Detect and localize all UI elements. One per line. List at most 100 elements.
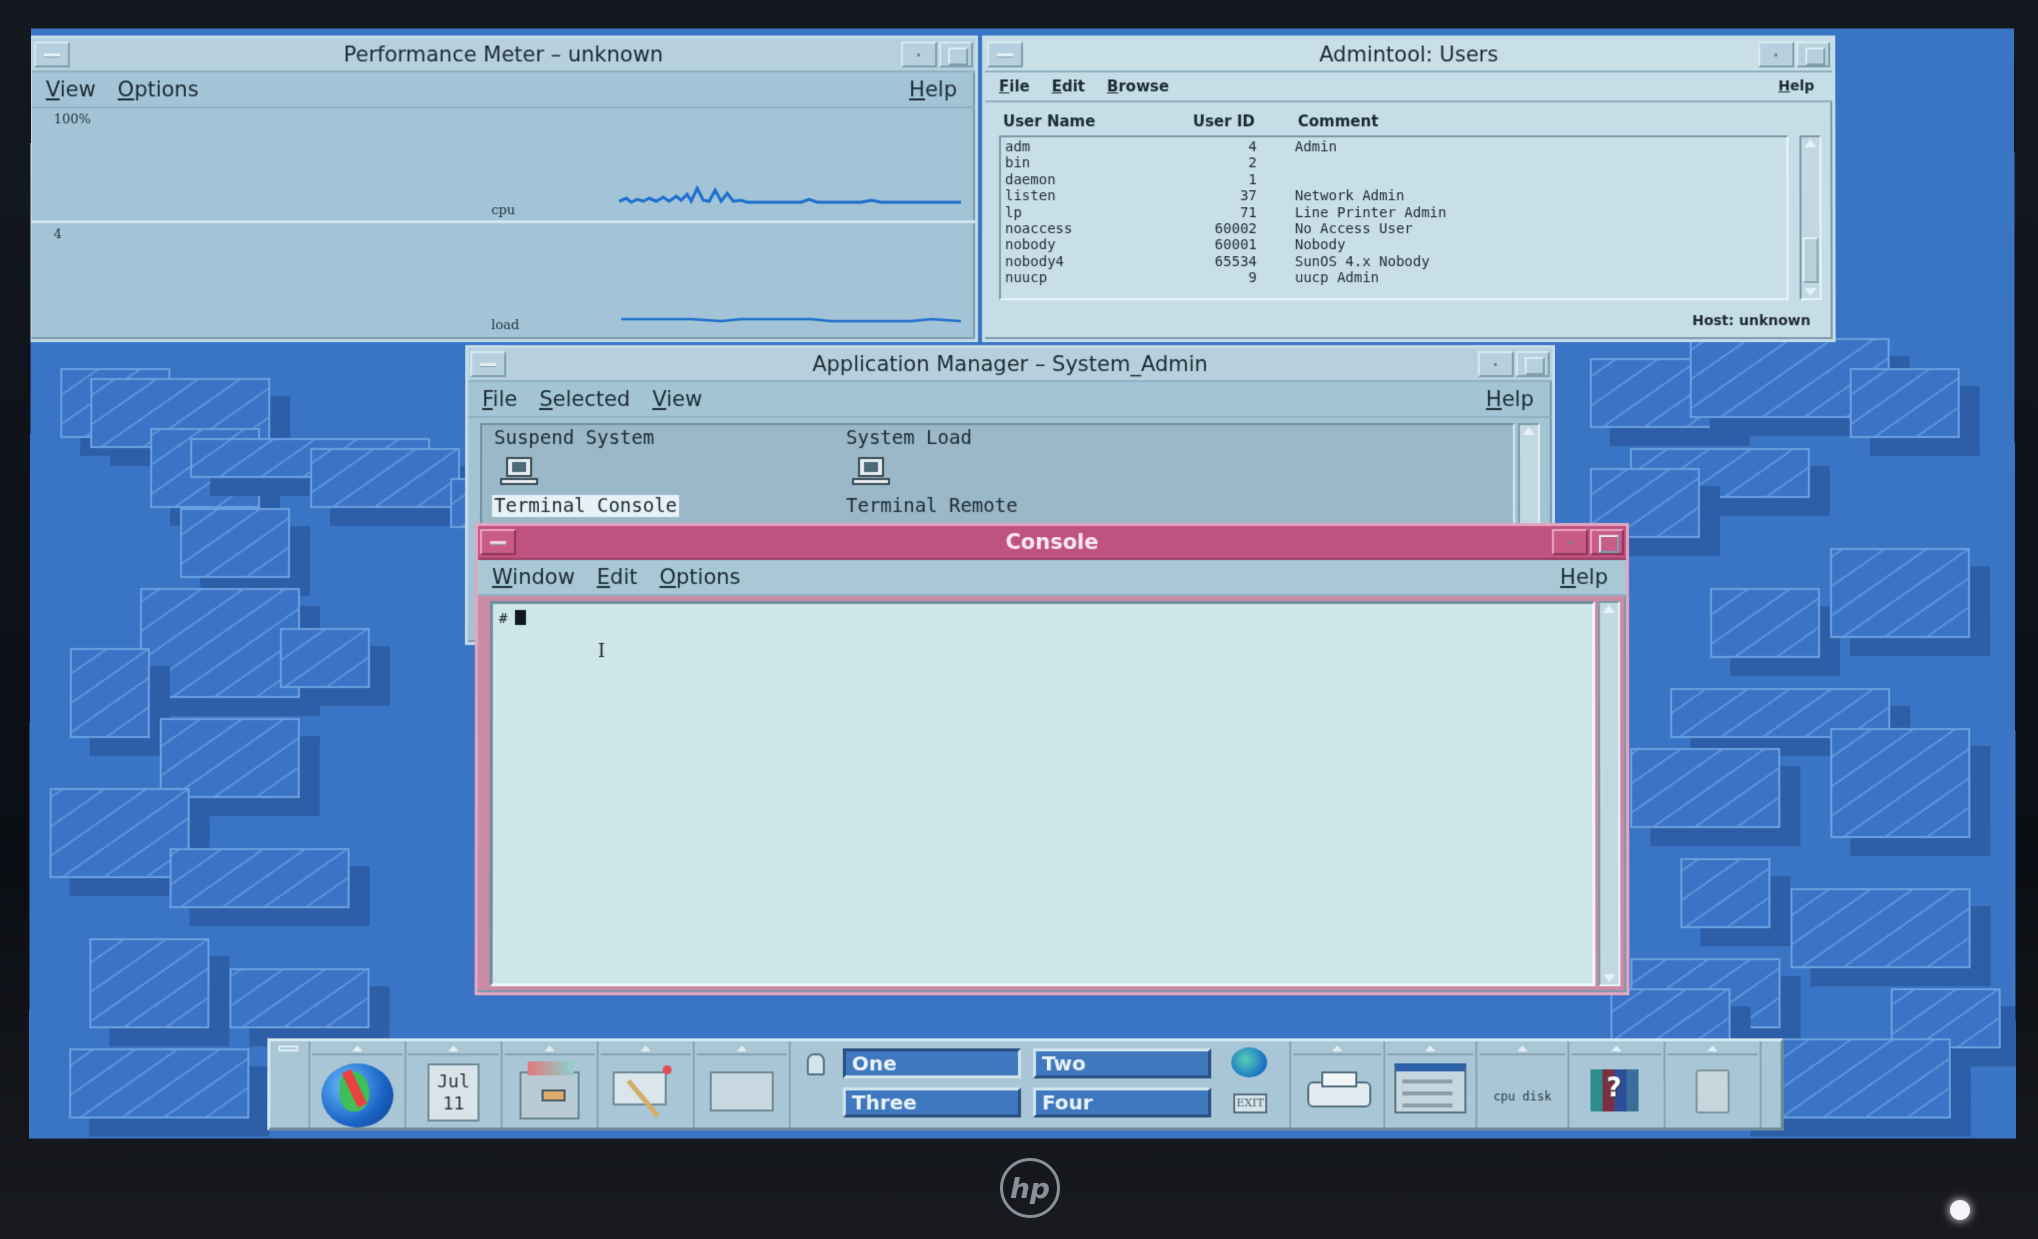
menu-file[interactable]: File — [482, 387, 517, 411]
workspace-three-button[interactable]: Three — [842, 1087, 1021, 1118]
window-menu-button[interactable] — [987, 41, 1023, 68]
panel-slot-monitor[interactable]: cpu disk — [1477, 1041, 1570, 1128]
scroll-down-icon[interactable] — [1804, 288, 1817, 297]
window-menu-button[interactable] — [470, 351, 507, 378]
app-system-load[interactable]: System Load — [846, 427, 972, 449]
users-scrollbar[interactable] — [1799, 135, 1822, 301]
power-led-icon[interactable] — [1950, 1200, 1970, 1220]
subpanel-arrow-icon[interactable] — [1667, 1043, 1758, 1056]
workspace-four-button[interactable]: Four — [1033, 1087, 1212, 1118]
panel-slot-editor[interactable] — [598, 1041, 695, 1128]
maximize-button[interactable] — [1589, 529, 1624, 556]
admintool-users-window[interactable]: Admintool: Users File Edit Browse Help U… — [982, 35, 1836, 343]
user-row[interactable]: noaccess 60002 No Access User — [1005, 221, 1783, 237]
panel-slot-browser[interactable] — [310, 1041, 407, 1128]
panel-minimize-icon[interactable] — [278, 1045, 299, 1052]
menu-view[interactable]: View — [652, 387, 702, 411]
workspace-one-button[interactable]: One — [842, 1048, 1021, 1079]
scrollbar-thumb[interactable] — [1802, 237, 1819, 284]
menu-edit[interactable]: Edit — [597, 565, 638, 589]
minimize-button[interactable] — [1477, 351, 1514, 378]
column-user-name[interactable]: User Name — [1003, 112, 1193, 134]
workspace-two-button[interactable]: Two — [1033, 1048, 1212, 1079]
subpanel-arrow-icon[interactable] — [696, 1043, 787, 1056]
user-row[interactable]: daemon 1 — [1005, 172, 1782, 188]
help-manager-icon[interactable]: ? — [1590, 1069, 1642, 1112]
exit-button[interactable]: EXIT — [1233, 1093, 1268, 1114]
menu-edit[interactable]: Edit — [1052, 77, 1085, 95]
application-manager-icon[interactable] — [1394, 1063, 1467, 1114]
trash-can-icon[interactable] — [1695, 1069, 1730, 1114]
menu-browse[interactable]: Browse — [1107, 77, 1169, 95]
scroll-up-icon[interactable] — [1603, 605, 1616, 614]
menu-selected[interactable]: Selected — [539, 387, 630, 411]
title-bar[interactable]: Console — [478, 526, 1626, 561]
lock-icon[interactable] — [806, 1053, 825, 1076]
menu-window[interactable]: Window — [492, 565, 575, 589]
file-manager-icon[interactable] — [519, 1071, 580, 1120]
user-row[interactable]: lp 71 Line Printer Admin — [1005, 205, 1783, 221]
maximize-button[interactable] — [939, 41, 974, 68]
printer-icon[interactable] — [1307, 1071, 1367, 1111]
app-terminal-console[interactable]: Terminal Console — [492, 495, 680, 518]
desktop[interactable]: Performance Meter – unknown View Options… — [29, 28, 2016, 1139]
scroll-down-icon[interactable] — [1603, 974, 1616, 983]
subpanel-arrow-icon[interactable] — [408, 1043, 499, 1056]
menu-view[interactable]: View — [46, 77, 96, 101]
performance-meter-window[interactable]: Performance Meter – unknown View Options… — [29, 35, 979, 343]
title-bar[interactable]: Application Manager – System_Admin — [468, 348, 1552, 383]
panel-slot-help[interactable]: ? — [1569, 1041, 1666, 1128]
subpanel-arrow-icon[interactable] — [1387, 1043, 1474, 1056]
app-suspend-system[interactable]: Suspend System — [494, 427, 654, 449]
panel-slot-trash[interactable] — [1665, 1041, 1762, 1128]
subpanel-arrow-icon[interactable] — [1571, 1043, 1662, 1056]
column-user-id[interactable]: User ID — [1193, 112, 1298, 134]
title-bar[interactable]: Performance Meter – unknown — [31, 38, 976, 73]
subpanel-arrow-icon[interactable] — [504, 1043, 595, 1056]
maximize-button[interactable] — [1515, 351, 1550, 378]
window-menu-button[interactable] — [480, 529, 517, 556]
terminal-icon[interactable] — [500, 457, 539, 487]
menu-options[interactable]: Options — [659, 565, 740, 589]
window-menu-button[interactable] — [33, 41, 70, 68]
menu-help[interactable]: Help — [1778, 78, 1814, 94]
web-browser-globe-icon[interactable] — [321, 1063, 394, 1128]
panel-slot-calendar[interactable]: Jul 11 — [406, 1041, 503, 1128]
user-row[interactable]: nuucp 9 uucp Admin — [1005, 270, 1783, 286]
panel-slot-printer[interactable] — [1291, 1041, 1386, 1128]
terminal-icon[interactable] — [852, 457, 891, 487]
subpanel-arrow-icon[interactable] — [1479, 1043, 1566, 1056]
console-window[interactable]: Console Window Edit Options Help # I — [474, 523, 1630, 996]
cpu-disk-monitor[interactable]: cpu disk — [1494, 1089, 1552, 1103]
minimize-button[interactable] — [1551, 529, 1588, 556]
calendar-icon[interactable]: Jul 11 — [427, 1063, 480, 1122]
user-row[interactable]: adm 4 Admin — [1005, 139, 1782, 155]
column-comment[interactable]: Comment — [1298, 112, 1379, 134]
scroll-up-icon[interactable] — [1522, 427, 1535, 436]
panel-handle[interactable] — [270, 1041, 311, 1128]
maximize-button[interactable] — [1796, 41, 1831, 68]
user-row[interactable]: nobody4 65534 SunOS 4.x Nobody — [1005, 254, 1783, 270]
minimize-button[interactable] — [901, 41, 938, 68]
title-bar[interactable]: Admintool: Users — [985, 38, 1833, 73]
user-row[interactable]: listen 37 Network Admin — [1005, 188, 1782, 204]
panel-slot-files[interactable] — [502, 1041, 599, 1128]
subpanel-arrow-icon[interactable] — [312, 1043, 403, 1056]
scroll-up-icon[interactable] — [1804, 139, 1817, 148]
minimize-button[interactable] — [1758, 41, 1795, 68]
panel-slot-app-manager[interactable] — [1385, 1041, 1478, 1128]
console-scrollbar[interactable] — [1598, 601, 1621, 987]
terminal-area[interactable]: # I — [489, 601, 1596, 987]
menu-file[interactable]: File — [999, 77, 1030, 95]
subpanel-arrow-icon[interactable] — [1293, 1043, 1382, 1056]
panel-slot-mail[interactable] — [694, 1041, 791, 1128]
menu-help[interactable]: Help — [909, 77, 957, 101]
panel-handle-right[interactable] — [1762, 1041, 1784, 1127]
subpanel-arrow-icon[interactable] — [600, 1043, 691, 1056]
text-editor-icon[interactable] — [612, 1063, 679, 1118]
mailer-icon[interactable] — [709, 1071, 774, 1112]
menu-options[interactable]: Options — [118, 77, 199, 101]
user-row[interactable]: bin 2 — [1005, 156, 1782, 172]
user-row[interactable]: nobody 60001 Nobody — [1005, 238, 1783, 254]
menu-help[interactable]: Help — [1486, 387, 1534, 411]
